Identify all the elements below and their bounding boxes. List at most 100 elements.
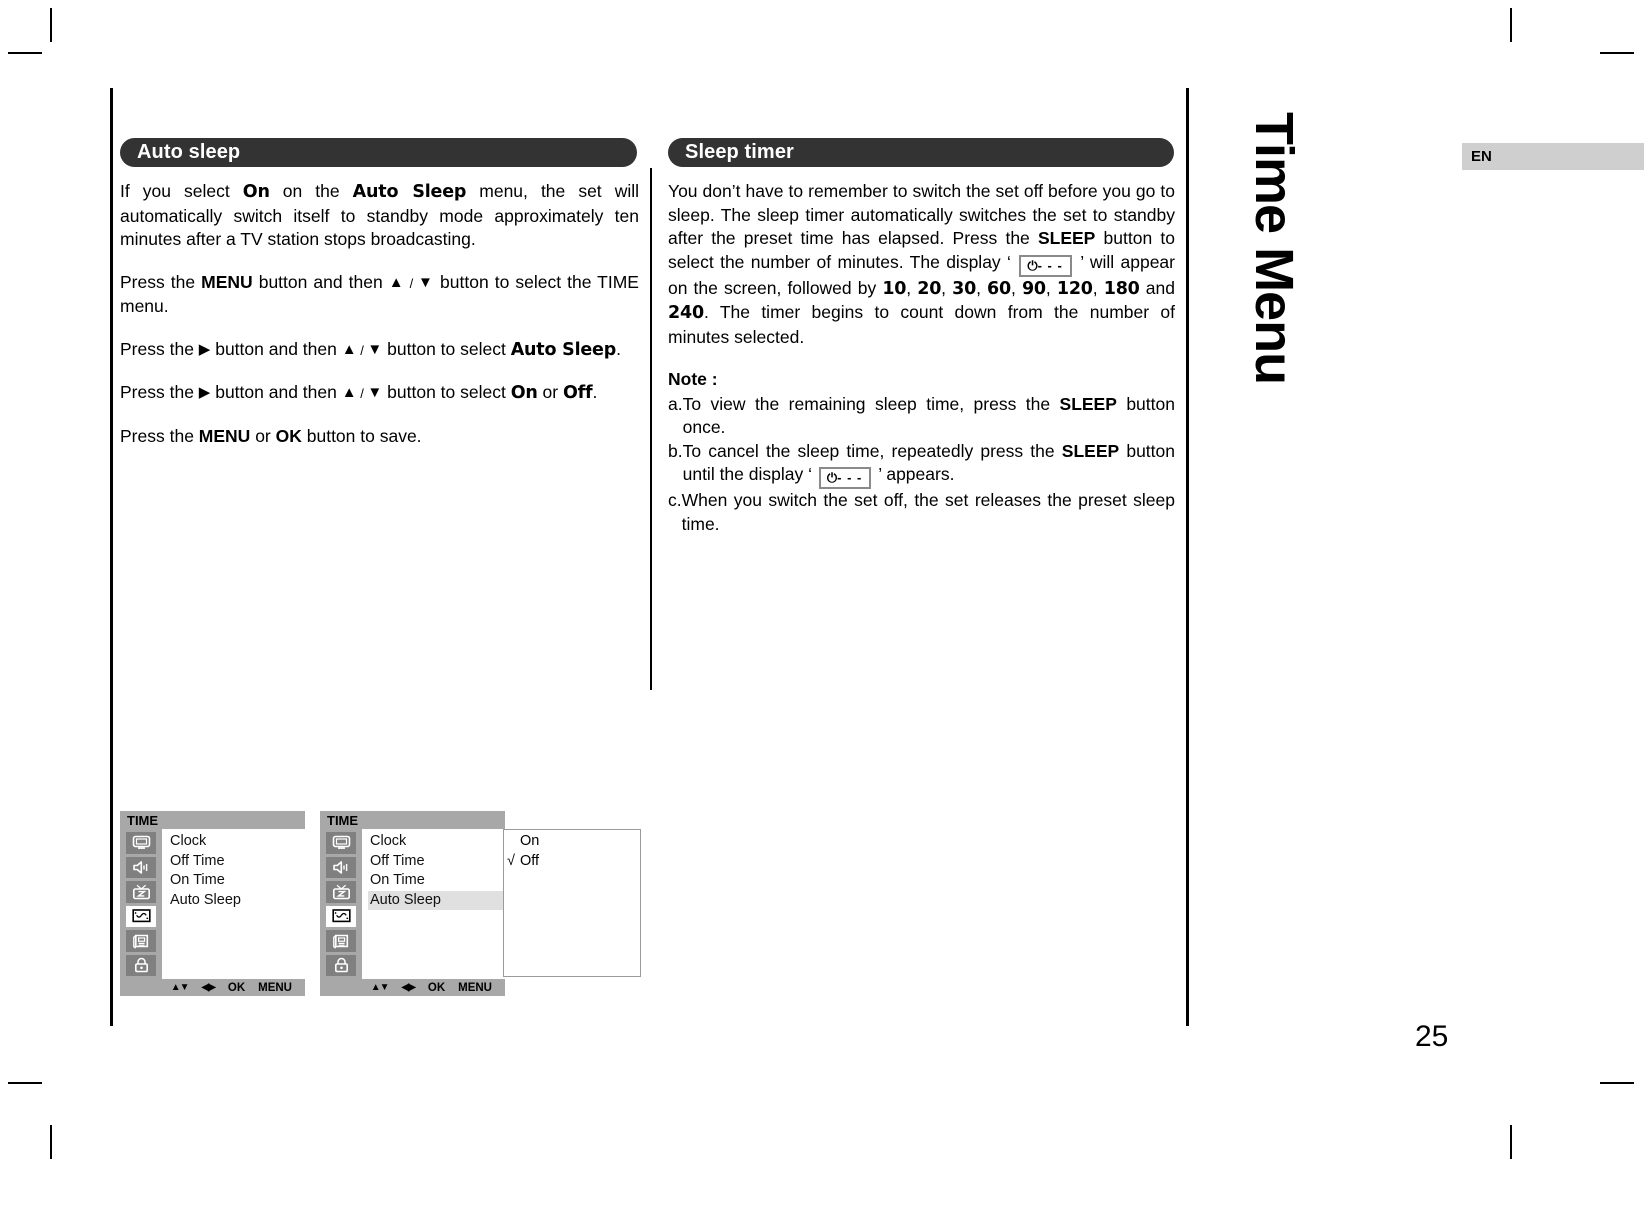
down-arrow-icon: ▼	[367, 384, 383, 401]
crop-mark-left-top	[8, 52, 42, 54]
value-20: 20	[917, 278, 942, 299]
power-icon: ⏻	[826, 471, 838, 486]
picture-icon[interactable]	[326, 832, 356, 854]
text: and	[1139, 277, 1175, 298]
text: Press the	[120, 338, 199, 359]
text: To cancel the sleep time, repeatedly pre…	[682, 440, 1062, 461]
osd-item-clock[interactable]: Clock	[168, 832, 305, 852]
text: Press the	[120, 425, 199, 446]
right-arrow-icon: ▶	[198, 384, 211, 401]
up-arrow-icon: ▲	[388, 273, 405, 291]
osd-submenu-auto-sleep[interactable]: On √ Off	[503, 829, 641, 977]
dashes: - - -	[837, 470, 863, 485]
osd-suboption-on[interactable]: On	[504, 832, 640, 852]
text: button to select	[382, 382, 511, 402]
osd-footer-ok[interactable]: OK	[228, 982, 245, 994]
updown-arrows-icon: ▲▼	[170, 982, 190, 993]
section-header-sleep-timer: Sleep timer	[668, 138, 1174, 167]
page-title-vertical: Time Menu	[1244, 112, 1304, 385]
osd-menu-time-1[interactable]: TIME Clock Off Time On Time Auto Sleep ▲…	[120, 811, 305, 996]
value-120: 120	[1056, 278, 1093, 299]
paragraph-step-1: Press the MENU button and then ▲ / ▼ but…	[120, 271, 639, 319]
osd-body: Clock Off Time On Time Auto Sleep	[120, 829, 305, 979]
sound-icon[interactable]	[326, 856, 356, 878]
language-tab: EN	[1462, 143, 1644, 170]
check-mark: √	[507, 852, 515, 869]
osd-item-off-time[interactable]: Off Time	[368, 852, 505, 872]
button-menu: MENU	[201, 271, 253, 292]
text: . The timer begins to count down from th…	[668, 302, 1175, 347]
list-item: c. When you switch the set off, the set …	[668, 489, 1175, 536]
sound-icon[interactable]	[126, 856, 156, 878]
up-arrow-icon: ▲	[341, 384, 357, 401]
osd-menu-time-2[interactable]: TIME Clock Off Time On Time Auto Sleep ▲…	[320, 811, 505, 996]
osd-footer: ▲▼ ◀▶ OK MENU	[320, 979, 505, 996]
osd-body: Clock Off Time On Time Auto Sleep	[320, 829, 505, 979]
text: button to save.	[301, 425, 422, 446]
text: or	[537, 382, 563, 402]
channel-icon[interactable]	[126, 881, 156, 903]
value-on: On	[510, 383, 538, 403]
value-10: 10	[882, 278, 907, 299]
crop-mark-right-top	[1600, 52, 1634, 54]
text: button and then	[252, 271, 389, 292]
osd-item-off-time[interactable]: Off Time	[168, 852, 305, 872]
osd-footer-menu[interactable]: MENU	[258, 982, 292, 994]
text: Press the	[120, 382, 199, 402]
text: ,	[1092, 277, 1104, 298]
value-180: 180	[1103, 278, 1140, 299]
osd-item-auto-sleep[interactable]: Auto Sleep	[168, 891, 305, 911]
time-icon[interactable]	[126, 905, 156, 927]
text: ,	[976, 277, 988, 298]
osd-item-clock[interactable]: Clock	[368, 832, 505, 852]
button-sleep: SLEEP	[1059, 393, 1117, 414]
note-list: a. To view the remaining sleep time, pre…	[668, 393, 1175, 537]
button-ok: OK	[275, 425, 302, 446]
paragraph-step-3: Press the ▶ button and then ▲ / ▼ button…	[120, 381, 639, 406]
osd-footer-menu[interactable]: MENU	[458, 982, 492, 994]
channel-icon[interactable]	[326, 881, 356, 903]
language-tab-label: EN	[1471, 148, 1492, 165]
crop-mark-left-bottom	[8, 1082, 42, 1084]
crop-mark-bottom-left	[50, 1125, 52, 1159]
note-label: c.	[668, 490, 682, 510]
paragraph-step-4: Press the MENU or OK button to save.	[120, 425, 639, 449]
value-30: 30	[952, 278, 977, 299]
note-text: To view the remaining sleep time, press …	[683, 393, 1175, 440]
osd-footer-ok[interactable]: OK	[428, 982, 445, 994]
text: /	[356, 342, 368, 358]
osd-item-auto-sleep[interactable]: Auto Sleep	[368, 890, 505, 910]
section-title-sleep-timer: Sleep timer	[685, 141, 794, 163]
time-icon[interactable]	[326, 905, 356, 927]
value-60: 60	[987, 278, 1011, 299]
osd-suboption-label: On	[520, 833, 540, 849]
picture-icon[interactable]	[126, 832, 156, 854]
text: .	[616, 338, 621, 359]
osd-item-on-time[interactable]: On Time	[168, 871, 305, 891]
note-text: To cancel the sleep time, repeatedly pre…	[682, 440, 1175, 489]
page-border-left	[110, 88, 113, 1026]
text: To view the remaining sleep time, press …	[682, 393, 1060, 414]
special-icon[interactable]	[126, 930, 156, 952]
crop-mark-bottom-right	[1510, 1125, 1512, 1159]
power-icon: ⏻	[1027, 258, 1038, 274]
note-label: b.	[668, 440, 683, 461]
check-mark	[507, 832, 520, 852]
lock-icon[interactable]	[326, 954, 356, 976]
osd-item-on-time[interactable]: On Time	[368, 871, 505, 891]
special-icon[interactable]	[326, 930, 356, 952]
note-heading: Note :	[668, 369, 718, 389]
sleep-display-indicator: ⏻- - -	[818, 467, 872, 489]
lock-icon[interactable]	[126, 954, 156, 976]
text: ,	[906, 277, 918, 298]
paragraph-sleep-intro: You don’t have to remember to switch the…	[668, 180, 1175, 349]
value-90: 90	[1021, 278, 1046, 299]
button-menu: MENU	[198, 425, 251, 446]
osd-suboption-off[interactable]: √ Off	[504, 852, 640, 872]
right-arrow-icon: ▶	[198, 340, 211, 358]
page-border-right	[1186, 88, 1189, 1026]
leftright-arrows-icon: ◀▶	[401, 982, 415, 993]
button-sleep: SLEEP	[1037, 228, 1096, 248]
auto-sleep-body: If you select On on the Auto Sleep menu,…	[120, 180, 639, 448]
osd-title: TIME	[320, 811, 505, 829]
